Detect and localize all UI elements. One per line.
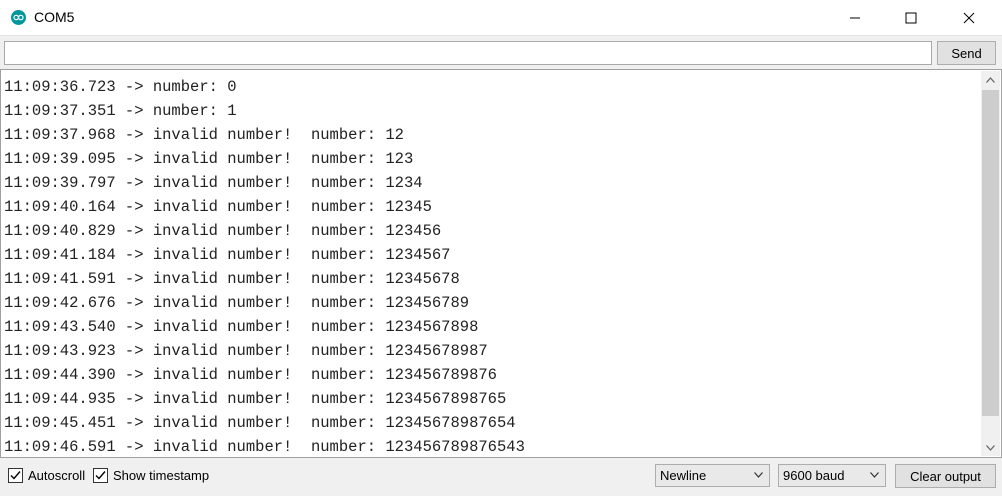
checkmark-icon: [10, 471, 21, 480]
arduino-icon: [11, 10, 26, 25]
output-line: 11:09:43.540 -> invalid number! number: …: [4, 318, 479, 336]
output-line: 11:09:45.451 -> invalid number! number: …: [4, 414, 516, 432]
output-line: 11:09:42.676 -> invalid number! number: …: [4, 294, 470, 312]
autoscroll-label[interactable]: Autoscroll: [28, 468, 85, 483]
output-line: 11:09:37.968 -> invalid number! number: …: [4, 126, 404, 144]
output-line: 11:09:39.797 -> invalid number! number: …: [4, 174, 423, 192]
output-line: 11:09:41.184 -> invalid number! number: …: [4, 246, 451, 264]
output-line: 11:09:37.351 -> number: 1: [4, 102, 237, 120]
line-ending-value: Newline: [660, 468, 707, 483]
line-ending-select[interactable]: Newline: [655, 464, 770, 487]
output-line: 11:09:41.591 -> invalid number! number: …: [4, 270, 460, 288]
scrollbar-thumb[interactable]: [982, 90, 999, 416]
output-line: 11:09:39.095 -> invalid number! number: …: [4, 150, 414, 168]
send-row: Send: [0, 35, 1002, 69]
close-button[interactable]: [946, 0, 992, 35]
chevron-down-icon: [986, 444, 995, 451]
checkmark-icon: [95, 471, 106, 480]
output-line: 11:09:40.829 -> invalid number! number: …: [4, 222, 442, 240]
maximize-button[interactable]: [888, 0, 934, 35]
window-title: COM5: [34, 9, 75, 25]
show-timestamp-checkbox[interactable]: [93, 468, 108, 483]
title-bar: COM5: [0, 0, 1002, 35]
baud-rate-value: 9600 baud: [783, 468, 845, 483]
send-input[interactable]: [4, 41, 932, 65]
maximize-icon: [905, 12, 917, 23]
chevron-down-icon: [754, 472, 763, 478]
serial-output-area[interactable]: 11:09:36.723 -> number: 0 11:09:37.351 ->…: [0, 69, 1002, 458]
chevron-up-icon: [986, 76, 995, 83]
output-lines: 11:09:36.723 -> number: 0 11:09:37.351 ->…: [4, 75, 974, 459]
send-button[interactable]: Send: [937, 41, 996, 65]
clear-output-button[interactable]: Clear output: [895, 464, 996, 488]
output-line: 11:09:44.390 -> invalid number! number: …: [4, 366, 497, 384]
bottom-toolbar: Autoscroll Show timestamp Newline 9600 b…: [0, 458, 1002, 496]
chevron-down-icon: [870, 472, 879, 478]
scroll-down-button[interactable]: [981, 439, 1000, 456]
output-line: 11:09:43.923 -> invalid number! number: …: [4, 342, 488, 360]
output-line: 11:09:36.723 -> number: 0: [4, 78, 237, 96]
vertical-scrollbar[interactable]: [981, 71, 1000, 456]
output-line: 11:09:46.591 -> invalid number! number: …: [4, 438, 525, 456]
baud-rate-select[interactable]: 9600 baud: [778, 464, 886, 487]
output-line: 11:09:40.164 -> invalid number! number: …: [4, 198, 432, 216]
close-icon: [963, 12, 975, 23]
scroll-up-button[interactable]: [981, 71, 1000, 88]
autoscroll-checkbox[interactable]: [8, 468, 23, 483]
output-line: 11:09:44.935 -> invalid number! number: …: [4, 390, 507, 408]
minimize-button[interactable]: [832, 0, 878, 35]
minimize-icon: [850, 17, 860, 18]
show-timestamp-label[interactable]: Show timestamp: [113, 468, 209, 483]
